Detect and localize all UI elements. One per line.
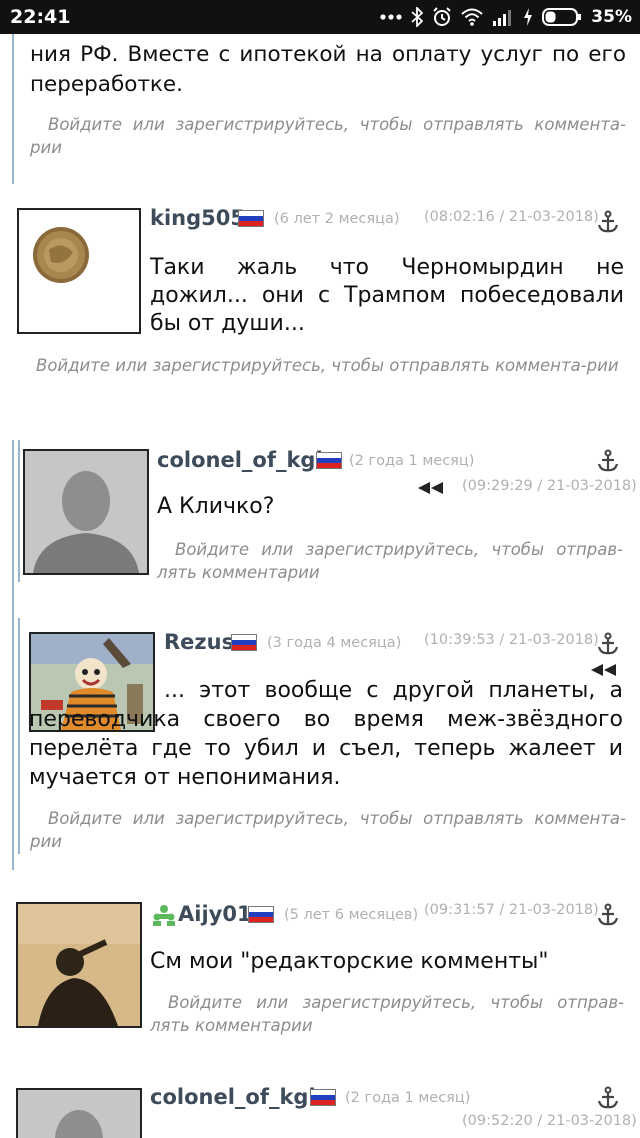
account-age: (3 года 4 месяца): [267, 635, 402, 651]
coin-avatar-icon: [33, 227, 89, 283]
user-group-icon: [153, 905, 175, 926]
avatar[interactable]: [16, 1088, 142, 1138]
comment-text: Таки жаль что Черномырдин не дожил... он…: [150, 255, 624, 336]
russia-flag-icon: [231, 634, 257, 651]
comment-text: ния РФ. Вместе с ипотекой на оплату услу…: [30, 42, 626, 97]
russia-flag-icon: [310, 1089, 336, 1106]
thread-line: [18, 440, 20, 582]
thread-line: [12, 440, 14, 870]
default-avatar-icon: [18, 1090, 140, 1138]
thread-line: [12, 34, 14, 184]
login-prompt[interactable]: Войдите или зарегистрируйтесь, чтобы отп…: [30, 807, 626, 853]
anchor-icon[interactable]: [596, 1086, 620, 1110]
status-time: 22:41: [10, 6, 71, 28]
login-prompt[interactable]: Войдите или зарегистрируйтесь, чтобы отп…: [150, 991, 624, 1037]
photo-avatar-icon: [18, 904, 140, 1026]
comment-timestamp[interactable]: (09:52:20 / 21-03-2018): [462, 1113, 637, 1129]
alarm-icon: [433, 7, 452, 26]
comment-timestamp[interactable]: (09:31:57 / 21-03-2018): [424, 902, 599, 918]
signal-icon: [493, 10, 512, 26]
charging-icon: [524, 8, 533, 26]
username-link[interactable]: colonel_of_kgb: [150, 1085, 324, 1109]
comment-text: См мои "редакторские комменты": [150, 949, 549, 974]
battery-icon: [542, 8, 582, 26]
comment-timestamp[interactable]: (08:02:16 / 21-03-2018): [424, 209, 599, 225]
login-prompt[interactable]: Войдите или зарегистрируйтесь, чтобы отп…: [18, 354, 626, 377]
russia-flag-icon: [316, 452, 342, 469]
anchor-icon[interactable]: [596, 903, 620, 927]
username-link[interactable]: Rezus: [164, 630, 234, 654]
status-bar: 22:41 35%: [0, 0, 640, 34]
avatar[interactable]: [16, 902, 142, 1028]
russia-flag-icon: [238, 210, 264, 227]
login-prompt[interactable]: Войдите или зарегистрируйтесь, чтобы отп…: [30, 113, 626, 159]
account-age: (2 года 1 месяц): [349, 453, 475, 469]
default-avatar-icon: [25, 451, 147, 573]
avatar[interactable]: [17, 208, 141, 334]
comment-timestamp[interactable]: (09:29:29 / 21-03-2018): [462, 478, 637, 494]
russia-flag-icon: [248, 906, 274, 923]
comment-text: ... этот вообще с другой планеты, а пере…: [29, 678, 623, 790]
wifi-icon: [461, 8, 483, 26]
anchor-icon[interactable]: [596, 449, 620, 473]
avatar[interactable]: [23, 449, 149, 575]
anchor-icon[interactable]: [596, 632, 620, 656]
username-link[interactable]: colonel_of_kgb: [157, 448, 331, 472]
username-link[interactable]: king505: [150, 206, 245, 230]
comment-timestamp[interactable]: (10:39:53 / 21-03-2018): [424, 632, 599, 648]
bluetooth-icon: [411, 7, 424, 27]
account-age: (5 лет 6 месяцев): [284, 907, 419, 923]
dots-icon: [380, 14, 402, 20]
anchor-icon[interactable]: [596, 210, 620, 234]
thread-line: [18, 618, 20, 854]
username-link[interactable]: Aijy01: [178, 902, 252, 926]
go-to-parent-icon[interactable]: [591, 664, 619, 676]
account-age: (2 года 1 месяц): [345, 1090, 471, 1106]
battery-percent: 35%: [591, 7, 632, 27]
comment-text: А Кличко?: [157, 494, 275, 519]
account-age: (6 лет 2 месяца): [274, 211, 400, 227]
login-prompt[interactable]: Войдите или зарегистрируйтесь, чтобы отп…: [157, 538, 623, 584]
